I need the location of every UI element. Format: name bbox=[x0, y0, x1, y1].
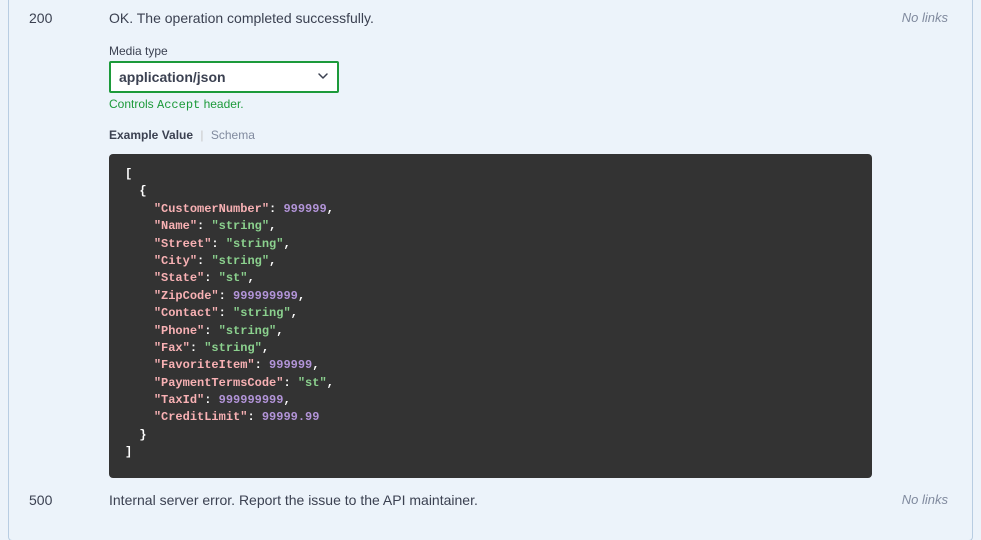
links-cell: No links bbox=[868, 10, 948, 25]
links-cell: No links bbox=[868, 492, 948, 507]
tab-example-value[interactable]: Example Value bbox=[109, 128, 193, 144]
responses-panel: 200 No links OK. The operation completed… bbox=[8, 0, 973, 540]
status-code: 200 bbox=[9, 10, 109, 478]
tab-schema[interactable]: Schema bbox=[211, 128, 255, 144]
media-type-select[interactable]: application/json bbox=[109, 61, 339, 93]
media-type-label: Media type bbox=[109, 44, 872, 58]
response-body: OK. The operation completed successfully… bbox=[109, 10, 972, 478]
media-type-select-wrap: application/json bbox=[109, 61, 339, 93]
response-description: OK. The operation completed successfully… bbox=[109, 10, 872, 26]
response-description: Internal server error. Report the issue … bbox=[109, 492, 872, 508]
example-code-block: [ { "CustomerNumber": 999999, "Name": "s… bbox=[109, 154, 872, 478]
tab-separator: | bbox=[200, 128, 203, 142]
status-code: 500 bbox=[9, 492, 109, 526]
response-row-200: 200 No links OK. The operation completed… bbox=[9, 0, 972, 478]
example-schema-tabs: Example Value | Schema bbox=[109, 128, 872, 142]
media-type-hint: Controls Accept header. bbox=[109, 97, 872, 112]
response-row-500: 500 No links Internal server error. Repo… bbox=[9, 478, 972, 526]
response-body: Internal server error. Report the issue … bbox=[109, 492, 972, 526]
